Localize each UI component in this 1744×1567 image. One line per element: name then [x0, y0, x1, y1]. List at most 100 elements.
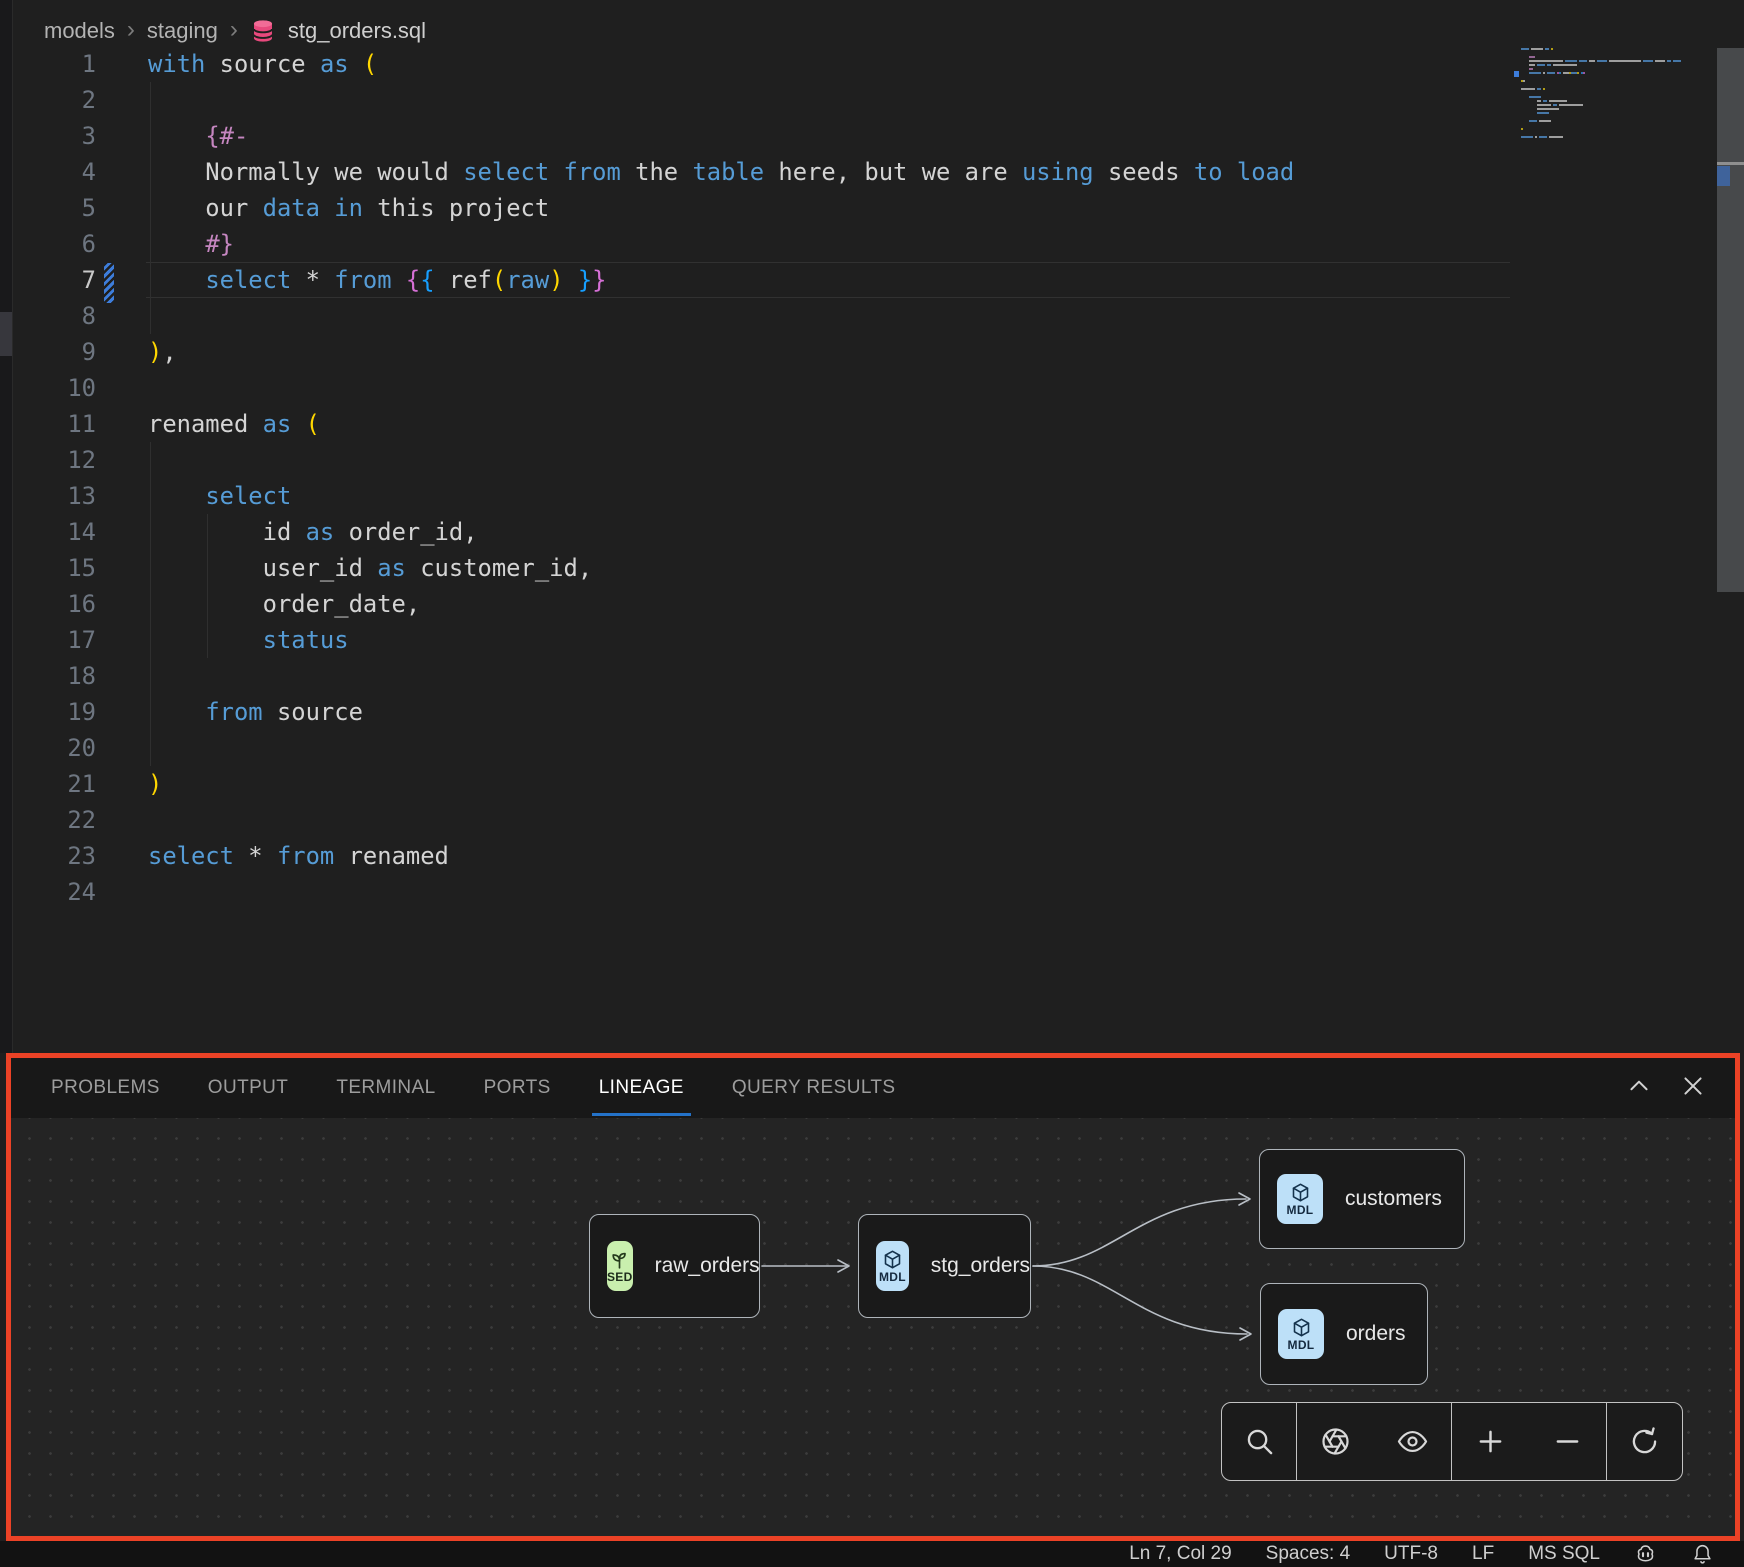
code-line-16[interactable]: 16 order_date, — [0, 586, 1510, 622]
lineage-node-orders[interactable]: MDLorders — [1260, 1283, 1428, 1385]
line-number[interactable]: 22 — [0, 802, 96, 838]
line-number[interactable]: 7 — [0, 262, 96, 298]
status-eol[interactable]: LF — [1472, 1543, 1494, 1565]
code-line-20[interactable]: 20 — [0, 730, 1510, 766]
model-icon — [1291, 1317, 1312, 1338]
line-number[interactable]: 18 — [0, 658, 96, 694]
line-number[interactable]: 3 — [0, 118, 96, 154]
close-icon — [1680, 1073, 1706, 1104]
code-line-18[interactable]: 18 — [0, 658, 1510, 694]
code-line-1[interactable]: 1with source as ( — [0, 46, 1510, 82]
code-text: from source — [148, 694, 363, 730]
line-number[interactable]: 12 — [0, 442, 96, 478]
line-number[interactable]: 17 — [0, 622, 96, 658]
code-line-5[interactable]: 5 our data in this project — [0, 190, 1510, 226]
code-line-19[interactable]: 19 from source — [0, 694, 1510, 730]
search-button[interactable] — [1237, 1420, 1281, 1464]
code-line-11[interactable]: 11renamed as ( — [0, 406, 1510, 442]
line-number[interactable]: 4 — [0, 154, 96, 190]
lineage-node-customers[interactable]: MDLcustomers — [1259, 1149, 1465, 1249]
eye-button[interactable] — [1391, 1420, 1435, 1464]
code-editor[interactable]: 1with source as (23 {#-4 Normally we wou… — [0, 0, 1744, 1053]
badge-label: SED — [607, 1271, 633, 1283]
lineage-node-raw_orders[interactable]: SED raw_orders — [589, 1214, 760, 1318]
tab-lineage[interactable]: LINEAGE — [599, 1058, 684, 1118]
tab-query-results[interactable]: QUERY RESULTS — [732, 1058, 896, 1118]
code-line-3[interactable]: 3 {#- — [0, 118, 1510, 154]
code-line-6[interactable]: 6 #} — [0, 226, 1510, 262]
panel-controls — [1625, 1058, 1707, 1118]
line-number[interactable]: 15 — [0, 550, 96, 586]
status-cursor-position[interactable]: Ln 7, Col 29 — [1129, 1543, 1231, 1565]
toolbar-group-3 — [1606, 1403, 1682, 1480]
line-number[interactable]: 1 — [0, 46, 96, 82]
model-icon — [1290, 1182, 1311, 1203]
line-number[interactable]: 14 — [0, 514, 96, 550]
code-line-12[interactable]: 12 — [0, 442, 1510, 478]
code-line-24[interactable]: 24 — [0, 874, 1510, 910]
status-encoding[interactable]: UTF-8 — [1384, 1543, 1438, 1565]
tab-output[interactable]: OUTPUT — [208, 1058, 289, 1118]
code-line-23[interactable]: 23select * from renamed — [0, 838, 1510, 874]
copilot-icon[interactable] — [1634, 1543, 1657, 1566]
code-text: ), — [148, 334, 177, 370]
line-number[interactable]: 20 — [0, 730, 96, 766]
code-line-7[interactable]: 7 select * from {{ ref(raw) }} — [0, 262, 1510, 298]
close-panel-button[interactable] — [1679, 1074, 1707, 1102]
tab-problems[interactable]: PROBLEMS — [51, 1058, 160, 1118]
status-bar: Ln 7, Col 29 Spaces: 4 UTF-8 LF MS SQL — [0, 1541, 1744, 1567]
zoom-out-button[interactable] — [1546, 1420, 1590, 1464]
toolbar-group-2 — [1451, 1403, 1606, 1480]
zoom-in-icon — [1475, 1426, 1506, 1457]
aperture-button[interactable] — [1314, 1420, 1358, 1464]
code-line-9[interactable]: 9), — [0, 334, 1510, 370]
lineage-canvas[interactable]: SEDraw_ordersMDLstg_ordersMDLcustomersMD… — [11, 1118, 1735, 1536]
code-line-2[interactable]: 2 — [0, 82, 1510, 118]
chevron-up-icon — [1626, 1073, 1652, 1104]
line-number[interactable]: 16 — [0, 586, 96, 622]
code-line-14[interactable]: 14 id as order_id, — [0, 514, 1510, 550]
line-number[interactable]: 2 — [0, 82, 96, 118]
seed-icon — [609, 1249, 630, 1270]
zoom-in-button[interactable] — [1469, 1420, 1513, 1464]
line-number[interactable]: 10 — [0, 370, 96, 406]
vscode-window: models › staging › stg_orders.sql 1with … — [0, 0, 1744, 1567]
model-badge: MDL — [1277, 1174, 1323, 1224]
code-text: ) — [148, 766, 162, 802]
code-line-22[interactable]: 22 — [0, 802, 1510, 838]
code-line-10[interactable]: 10 — [0, 370, 1510, 406]
editor-scrollbar[interactable] — [1717, 48, 1744, 592]
status-indentation[interactable]: Spaces: 4 — [1266, 1543, 1351, 1565]
bell-icon[interactable] — [1691, 1543, 1714, 1566]
code-text: user_id as customer_id, — [148, 550, 592, 586]
code-line-8[interactable]: 8 — [0, 298, 1510, 334]
code-text: #} — [148, 226, 234, 262]
maximize-panel-button[interactable] — [1625, 1074, 1653, 1102]
refresh-button[interactable] — [1623, 1420, 1667, 1464]
line-number[interactable]: 11 — [0, 406, 96, 442]
line-number[interactable]: 6 — [0, 226, 96, 262]
line-number[interactable]: 19 — [0, 694, 96, 730]
code-line-15[interactable]: 15 user_id as customer_id, — [0, 550, 1510, 586]
seed-badge: SED — [607, 1241, 633, 1291]
node-label: stg_orders — [931, 1254, 1030, 1278]
badge-label: MDL — [879, 1271, 906, 1283]
overview-ruler-divider — [1717, 162, 1744, 165]
line-number[interactable]: 23 — [0, 838, 96, 874]
line-number[interactable]: 8 — [0, 298, 96, 334]
line-number[interactable]: 24 — [0, 874, 96, 910]
code-line-17[interactable]: 17 status — [0, 622, 1510, 658]
node-label: raw_orders — [655, 1254, 760, 1278]
code-line-21[interactable]: 21) — [0, 766, 1510, 802]
code-line-13[interactable]: 13 select — [0, 478, 1510, 514]
line-number[interactable]: 21 — [0, 766, 96, 802]
minimap[interactable] — [1514, 46, 1700, 176]
code-line-4[interactable]: 4 Normally we would select from the tabl… — [0, 154, 1510, 190]
tab-terminal[interactable]: TERMINAL — [336, 1058, 435, 1118]
tab-ports[interactable]: PORTS — [484, 1058, 551, 1118]
lineage-node-stg_orders[interactable]: MDL stg_orders — [858, 1214, 1031, 1318]
status-language-mode[interactable]: MS SQL — [1528, 1543, 1600, 1565]
line-number[interactable]: 9 — [0, 334, 96, 370]
line-number[interactable]: 13 — [0, 478, 96, 514]
line-number[interactable]: 5 — [0, 190, 96, 226]
